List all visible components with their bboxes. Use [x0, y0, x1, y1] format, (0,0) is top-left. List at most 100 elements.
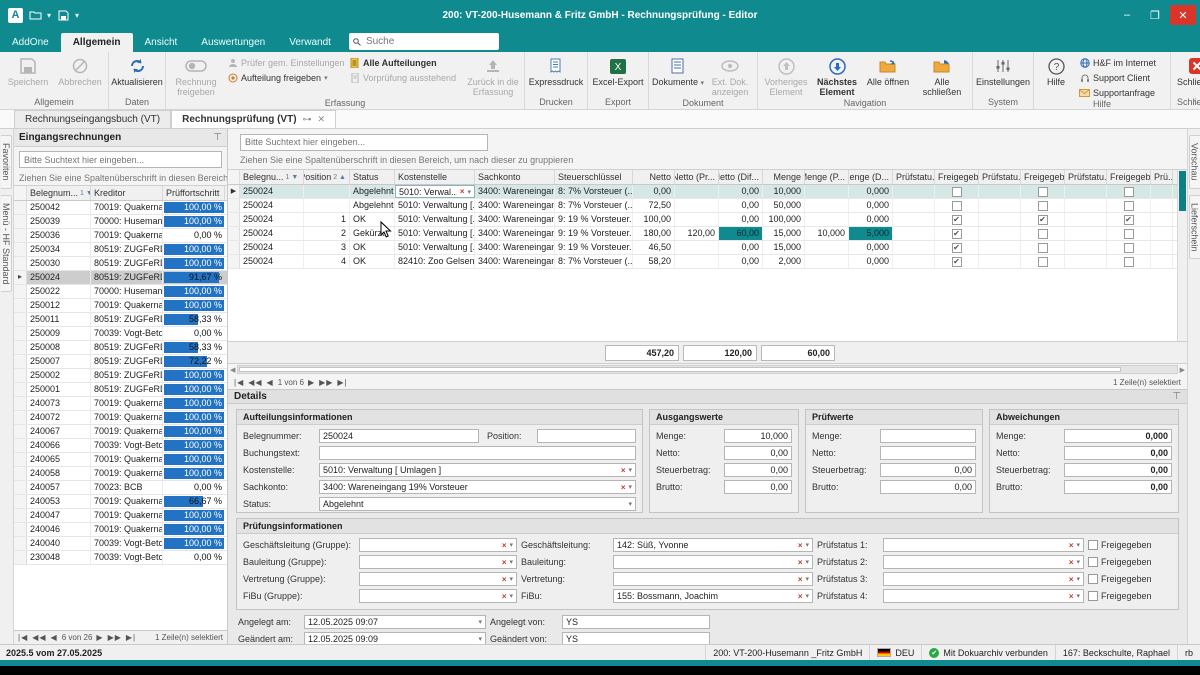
clear-icon[interactable]: × — [798, 541, 803, 550]
supportanfrage-button[interactable]: Supportanfrage — [1076, 87, 1168, 98]
checkbox[interactable] — [1038, 187, 1048, 197]
column-header-pruef3[interactable]: Prüfstatu... — [1065, 170, 1107, 184]
cell-frei1[interactable]: ✔ — [935, 241, 979, 254]
checkbox[interactable] — [1124, 257, 1134, 267]
column-header-beleg[interactable]: Belegnu...1 ▼ — [240, 170, 304, 184]
pager-prevpage-icon[interactable]: ◀◀ — [32, 633, 46, 642]
invoice-list-row[interactable]: ▸25002480519: ZUGFeRD - L...91,67 % — [14, 271, 227, 285]
cell-frei1[interactable] — [935, 199, 979, 212]
menue-rail-tab[interactable]: Menü - HF Standard — [1, 195, 12, 293]
checkbox[interactable] — [1038, 243, 1048, 253]
position-row[interactable]: 250024Abgelehnt5010: Verwaltung [...3400… — [228, 199, 1177, 213]
pager-prev-icon[interactable]: ◀ — [267, 378, 274, 387]
invoice-list-row[interactable]: 25001270019: Quakernack-...100,00 % — [14, 299, 227, 313]
status-combo[interactable]: Abgelehnt ▾ — [319, 497, 636, 511]
ribbon-tab-verwandt[interactable]: Verwandt — [277, 33, 343, 52]
aufteilung-freigeben-button[interactable]: Aufteilung freigeben ▾ — [224, 72, 346, 83]
dropdown-icon[interactable]: ▾ — [628, 483, 632, 491]
favoriten-rail-tab[interactable]: Favoriten — [1, 135, 12, 189]
invoice-list-row[interactable]: 24007370019: Quakernack-...100,00 % — [14, 397, 227, 411]
dropdown-icon[interactable]: ▾ — [1076, 541, 1080, 549]
ribbon-tab-ansicht[interactable]: Ansicht — [133, 33, 190, 52]
position-row[interactable]: ▶250024Abgelehnt5010: Verwal...×▾3400: W… — [228, 185, 1177, 199]
clear-icon[interactable]: × — [798, 575, 803, 584]
checkbox[interactable]: ✔ — [1038, 215, 1048, 225]
column-header-frei1[interactable]: Freigegeb... — [935, 170, 979, 184]
hilfe-button[interactable]: ? Hilfe — [1036, 53, 1076, 98]
checkbox[interactable]: ✔ — [952, 229, 962, 239]
clear-icon[interactable]: × — [502, 592, 507, 601]
column-header-pruef2[interactable]: Prüfstatu... — [979, 170, 1021, 184]
hf-internet-button[interactable]: H&F im Internet — [1076, 57, 1168, 68]
gruppe-combo[interactable]: ×▾ — [359, 555, 517, 569]
save-icon[interactable] — [56, 9, 70, 21]
open-folder-icon[interactable] — [28, 9, 42, 21]
kostenstelle-combo[interactable]: 5010: Verwaltung [ Umlagen ] × ▾ — [319, 463, 636, 477]
invoice-list-row[interactable]: 25001180519: ZUGFeRD - L...58,33 % — [14, 313, 227, 327]
value-field[interactable]: 0,00 — [724, 446, 792, 460]
position-row[interactable]: 2500243OK5010: Verwaltung [...3400: Ware… — [228, 241, 1177, 255]
invoice-list-row[interactable]: 24006770019: Quakernack-...100,00 % — [14, 425, 227, 439]
dropdown-icon[interactable]: ▾ — [628, 466, 632, 474]
pruefstatus-combo[interactable]: ×▾ — [883, 572, 1084, 586]
invoice-list-row[interactable]: 24004670019: Quakernack-...100,00 % — [14, 523, 227, 537]
column-header-pos[interactable]: Position2 ▲ — [304, 170, 350, 184]
sachkonto-combo[interactable]: 3400: Wareneingang 19% Vorsteuer × ▾ — [319, 480, 636, 494]
cell-frei3[interactable] — [1107, 255, 1151, 268]
position-field[interactable] — [537, 429, 636, 443]
cell-frei2[interactable]: ✔ — [1021, 213, 1065, 226]
checkbox[interactable]: ✔ — [1124, 215, 1134, 225]
clear-icon[interactable]: × — [502, 575, 507, 584]
dropdown-icon[interactable]: ▾ — [509, 558, 513, 566]
freigegeben-checkbox[interactable] — [1088, 574, 1098, 584]
vorpruefung-button[interactable]: Vorprüfung ausstehend — [346, 72, 464, 83]
gruppe-combo[interactable]: ×▾ — [359, 589, 517, 603]
invoice-list-row[interactable]: 25003970000: Husemann &...100,00 % — [14, 215, 227, 229]
pruefer-einstellungen-button[interactable]: Prüfer gem. Einstellungen — [224, 57, 346, 68]
checkbox[interactable] — [1124, 187, 1134, 197]
person-combo[interactable]: 155: Bossmann, Joachim×▾ — [613, 589, 813, 603]
pager-prevpage-icon[interactable]: ◀◀ — [248, 378, 262, 387]
column-header-menge_d[interactable]: Menge (D... — [849, 170, 893, 184]
angelegt-von-field[interactable]: YS — [562, 615, 710, 629]
geaendert-von-field[interactable]: YS — [562, 632, 710, 644]
scrollbar-thumb[interactable] — [239, 367, 1121, 372]
app-logo-icon[interactable]: A — [8, 8, 23, 23]
dropdown-icon[interactable]: ▾ — [1076, 592, 1080, 600]
minimize-button[interactable]: – — [1114, 5, 1140, 25]
scroll-left-icon[interactable]: ◀ — [230, 366, 235, 374]
invoice-list-row[interactable]: 24005770023: BCB0,00 % — [14, 481, 227, 495]
person-combo[interactable]: ×▾ — [613, 572, 813, 586]
clear-icon[interactable]: × — [621, 466, 626, 475]
invoice-list-row[interactable]: 24004770019: Quakernack-...100,00 % — [14, 509, 227, 523]
buchungstext-field[interactable] — [319, 446, 636, 460]
gruppe-combo[interactable]: ×▾ — [359, 572, 517, 586]
value-field[interactable]: 0,00 — [1064, 463, 1172, 477]
person-combo[interactable]: ×▾ — [613, 555, 813, 569]
save-button[interactable]: Speichern — [2, 53, 54, 96]
position-row[interactable]: 2500241OK5010: Verwaltung [...3400: Ware… — [228, 213, 1177, 227]
checkbox[interactable] — [1038, 201, 1048, 211]
column-header-netto_dif[interactable]: Netto (Dif... — [719, 170, 763, 184]
pager-nextpage-icon[interactable]: ▶▶ — [108, 633, 122, 642]
invoice-list-row[interactable]: 25000970039: Vogt-Beton...0,00 % — [14, 327, 227, 341]
pin-icon[interactable]: ⊤ — [1172, 391, 1181, 402]
dropdown-icon[interactable]: ▾ — [805, 575, 809, 583]
dropdown-icon[interactable]: ▾ — [1076, 575, 1080, 583]
ribbon-tab-auswertungen[interactable]: Auswertungen — [189, 33, 277, 52]
release-invoice-button[interactable]: Rechnung freigeben — [168, 53, 224, 97]
geaendert-am-field[interactable]: 12.05.2025 09:09 ▾ — [304, 632, 486, 644]
ribbon-search[interactable] — [349, 33, 499, 50]
checkbox[interactable] — [1038, 229, 1048, 239]
invoice-list-row[interactable]: 25000780519: ZUGFeRD - L...72,22 % — [14, 355, 227, 369]
pruefstatus-combo[interactable]: ×▾ — [883, 589, 1084, 603]
freigegeben-checkbox[interactable] — [1088, 540, 1098, 550]
cell-kostenstelle-editor[interactable]: 5010: Verwal...×▾ — [395, 185, 475, 198]
gruppe-combo[interactable]: ×▾ — [359, 538, 517, 552]
pager-nextpage-icon[interactable]: ▶▶ — [319, 378, 333, 387]
invoice-list-row[interactable]: 24006670039: Vogt-Beton...100,00 % — [14, 439, 227, 453]
column-header-pruef4[interactable]: Prü... — [1151, 170, 1173, 184]
support-client-button[interactable]: Support Client — [1076, 72, 1168, 83]
cell-frei2[interactable] — [1021, 199, 1065, 212]
clear-icon[interactable]: × — [1069, 541, 1074, 550]
